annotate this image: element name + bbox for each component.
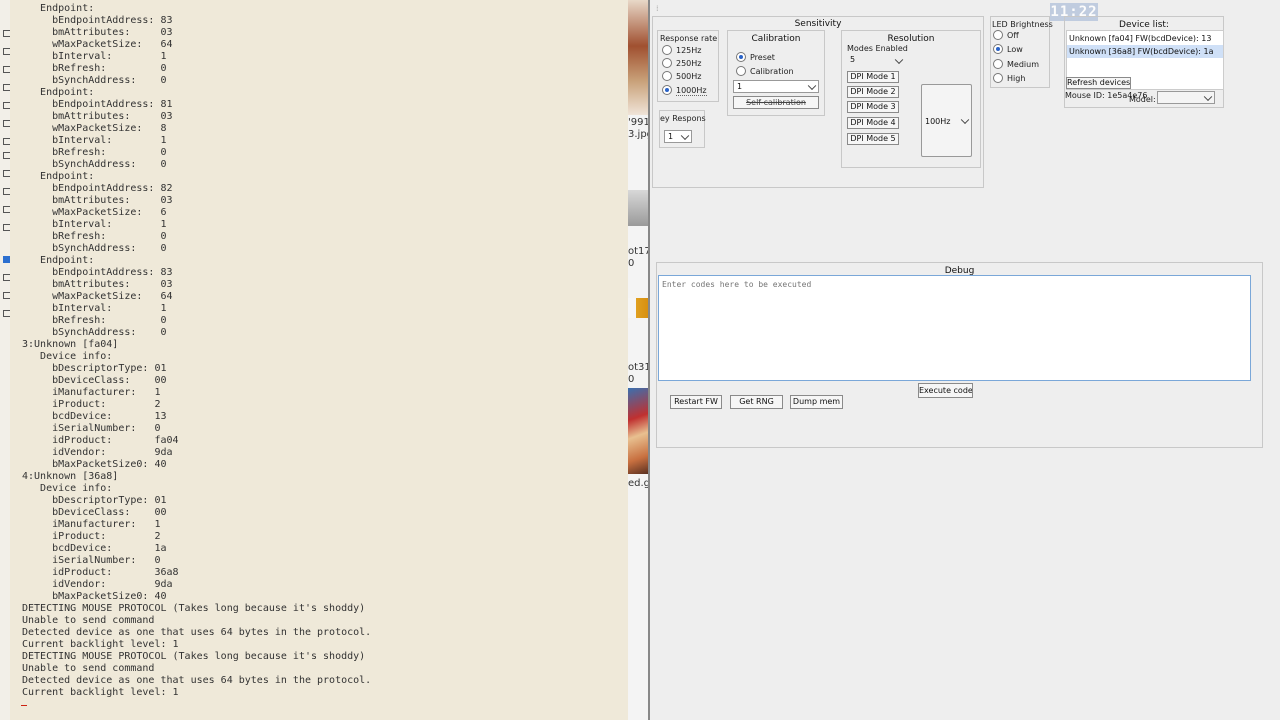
calibration-value: 1	[737, 82, 743, 91]
model-select[interactable]	[1157, 91, 1215, 104]
drag-handle-icon[interactable]: ⁞	[656, 4, 659, 13]
dpi-mode-5-button[interactable]: DPI Mode 5	[847, 133, 899, 145]
strip-icon	[3, 188, 10, 195]
radio-label: Calibration	[750, 67, 794, 76]
response-rate-group: Response rate 125Hz 250Hz 500Hz 1000Hz	[657, 30, 719, 102]
key-response-title: ey Respons	[660, 114, 706, 123]
image-thumbnail[interactable]	[628, 388, 648, 474]
strip-icon-active	[3, 256, 10, 263]
strip-icon	[3, 120, 10, 127]
file-label: ot31	[628, 362, 648, 373]
resolution-title: Resolution	[887, 34, 935, 44]
modes-enabled-value: 5	[850, 55, 856, 64]
spinner-arrow-icon	[894, 55, 904, 65]
file-label: 0	[628, 374, 635, 385]
mouse-tool-window: ⁞ 11:22 Sensitivity Response rate 125Hz …	[648, 0, 1280, 720]
dpi-mode-2-button[interactable]: DPI Mode 2	[847, 86, 899, 98]
radio-250hz[interactable]	[662, 58, 672, 68]
dpi-mode-1-button[interactable]: DPI Mode 1	[847, 71, 899, 83]
refresh-devices-button[interactable]: Refresh devices	[1066, 77, 1131, 89]
chevron-down-icon	[807, 81, 817, 90]
radio-label: 500Hz	[676, 72, 702, 81]
radio-1000hz[interactable]	[662, 85, 672, 95]
led-brightness-group: LED Brightness Off Low Medium High	[990, 16, 1053, 88]
key-response-group: ey Respons 1	[659, 110, 706, 148]
dpi-mode-4-button[interactable]: DPI Mode 4	[847, 117, 899, 129]
strip-icon	[3, 206, 10, 213]
debug-code-input[interactable]	[658, 275, 1251, 381]
execute-codes-button[interactable]: Execute codes	[918, 383, 973, 398]
file-label: 0	[628, 258, 635, 269]
radio-label: Low	[1007, 45, 1023, 54]
radio-led-off[interactable]	[993, 30, 1003, 40]
strip-icon	[3, 152, 10, 159]
radio-500hz[interactable]	[662, 71, 672, 81]
calibration-title: Calibration	[751, 34, 801, 44]
device-list-group: Device list: Unknown [fa04] FW(bcdDevice…	[1064, 16, 1224, 108]
led-brightness-title: LED Brightness	[992, 20, 1053, 29]
file-label: 3.jpg	[628, 129, 648, 140]
get-rng-button[interactable]: Get RNG	[730, 395, 783, 409]
strip-icon	[3, 66, 10, 73]
device-list-item[interactable]: Unknown [fa04] FW(bcdDevice): 13	[1067, 32, 1223, 45]
chevron-down-icon	[680, 131, 690, 140]
image-thumbnail[interactable]	[628, 190, 648, 226]
strip-icon	[3, 30, 10, 37]
sensitivity-title: Sensitivity	[794, 19, 842, 29]
radio-led-low[interactable]	[993, 44, 1003, 54]
file-label: ed.g	[628, 478, 648, 489]
modes-enabled-label: Modes Enabled	[847, 44, 908, 53]
strip-icon	[3, 170, 10, 177]
device-list-title: Device list:	[1119, 20, 1169, 30]
chevron-down-icon	[960, 115, 970, 124]
terminal-window[interactable]: Endpoint: bEndpointAddress: 83 bmAttribu…	[0, 0, 628, 720]
model-label: Model:	[1129, 95, 1156, 104]
radio-led-medium[interactable]	[993, 59, 1003, 69]
strip-icon	[3, 292, 10, 299]
desktop-side-strip	[0, 0, 10, 720]
strip-icon	[3, 84, 10, 91]
strip-icon	[3, 224, 10, 231]
dpi-mode-3-button[interactable]: DPI Mode 3	[847, 101, 899, 113]
key-response-select[interactable]: 1	[664, 130, 692, 143]
dump-mem-button[interactable]: Dump mem	[790, 395, 843, 409]
strip-icon	[3, 48, 10, 55]
strip-icon	[3, 138, 10, 145]
self-calibration-button[interactable]: Self-calibration	[733, 96, 819, 109]
file-label: ot17	[628, 246, 648, 257]
radio-label: Medium	[1007, 60, 1039, 69]
radio-label: High	[1007, 74, 1026, 83]
response-rate-title: Response rate	[660, 34, 718, 43]
strip-icon	[3, 310, 10, 317]
radio-125hz[interactable]	[662, 45, 672, 55]
strip-icon	[3, 102, 10, 109]
calibration-select[interactable]: 1	[733, 80, 819, 93]
image-thumbnail[interactable]	[628, 298, 648, 318]
radio-led-high[interactable]	[993, 73, 1003, 83]
radio-preset[interactable]	[736, 52, 746, 62]
radio-calibration[interactable]	[736, 66, 746, 76]
terminal-output: Endpoint: bEndpointAddress: 83 bmAttribu…	[22, 3, 372, 698]
radio-label: 250Hz	[676, 59, 702, 68]
radio-label: 1000Hz	[676, 86, 707, 96]
chevron-down-icon	[1203, 92, 1213, 101]
rate-value: 100Hz	[925, 117, 951, 126]
radio-label: Preset	[750, 53, 775, 62]
file-label: '991	[628, 117, 648, 128]
radio-label: 125Hz	[676, 46, 702, 55]
resolution-group: Resolution Modes Enabled 5 DPI Mode 1 DP…	[841, 30, 981, 168]
radio-label: Off	[1007, 31, 1019, 40]
modes-enabled-spinner[interactable]: 5	[847, 55, 905, 67]
rate-select[interactable]: 100Hz	[921, 84, 972, 157]
strip-icon	[3, 274, 10, 281]
background-file-browser: '991 3.jpg ot17 0 ot31 0 ed.g	[628, 0, 648, 720]
image-thumbnail[interactable]	[628, 0, 648, 115]
terminal-cursor	[21, 705, 27, 706]
sensitivity-panel: Sensitivity Response rate 125Hz 250Hz 50…	[652, 16, 984, 188]
key-response-value: 1	[668, 132, 674, 141]
restart-fw-button[interactable]: Restart FW	[670, 395, 722, 409]
device-list-item-selected[interactable]: Unknown [36a8] FW(bcdDevice): 1a	[1067, 45, 1223, 58]
calibration-group: Calibration Preset Calibration 1 Self-ca…	[727, 30, 825, 116]
